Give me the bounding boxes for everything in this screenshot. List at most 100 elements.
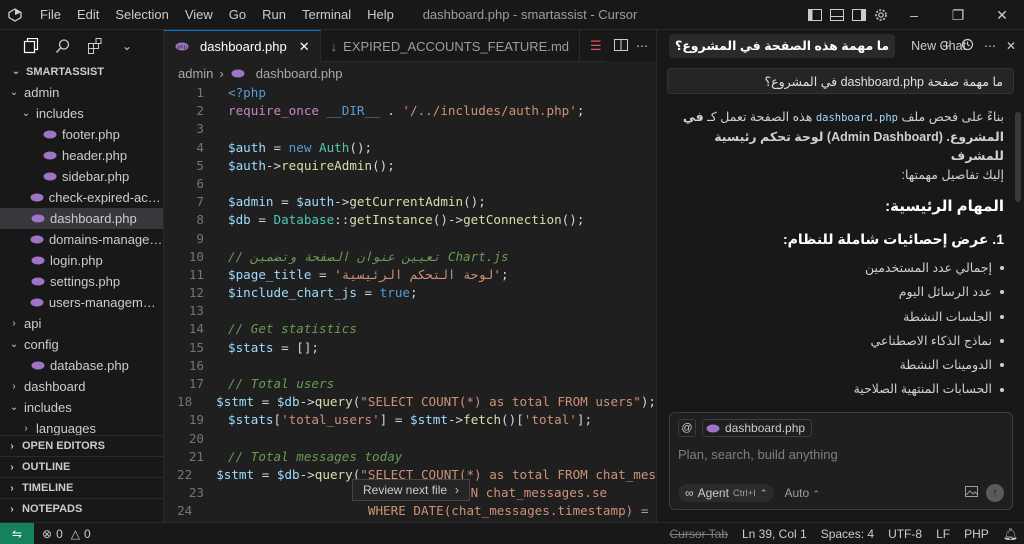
more-actions-icon[interactable]: ⋯ [636,39,648,53]
menu-view[interactable]: View [177,0,221,30]
language-mode[interactable]: PHP [964,527,989,541]
restore-icon[interactable]: ❐ [936,0,980,30]
agent-mode-selector[interactable]: ∞ Agent Ctrl+I ⌃ [678,484,775,502]
list-item-text: عدد الرسائل اليوم [898,285,992,300]
menu-terminal[interactable]: Terminal [294,0,359,30]
tooltip-label: Review next file [363,483,448,497]
tree-item-label: header.php [62,148,128,163]
chevron-down-icon[interactable]: ⌄ [118,37,136,55]
indentation[interactable]: Spaces: 4 [821,527,874,541]
code-line: 1 <?php [196,85,266,100]
project-header[interactable]: ⌄ SMARTASSIST [0,62,163,82]
bullet-icon [1000,314,1004,319]
folder-item[interactable]: ⌄ admin [0,82,163,103]
folder-item[interactable]: › api [0,313,163,334]
tab-expired-accounts-md[interactable]: ↓ EXPIRED_ACCOUNTS_FEATURE.md [321,30,581,62]
file-item[interactable]: sidebar.php [0,166,163,187]
breadcrumb-file[interactable]: dashboard.php [256,66,343,81]
response-intro: بناءً على فحص ملف dashboard.php هذه الصف… [677,108,1004,185]
list-item-text: نماذج الذكاء الاصطناعي [870,333,992,348]
close-chat-icon[interactable]: ✕ [1006,39,1016,53]
svg-text:php: php [177,45,187,51]
code-editor: php dashboard.php ✕ ↓ EXPIRED_ACCOUNTS_F… [164,30,656,522]
folder-item[interactable]: ⌄ config [0,334,163,355]
notifications-bell-icon[interactable]: 🔔︎ [1003,527,1018,541]
chat-input[interactable] [678,443,998,465]
chevron-right-icon: › [10,482,14,494]
chat-panel: ما مهمة هذه الصفحة في المشروع؟ New Chat … [656,30,1024,522]
user-message[interactable]: ما مهمة صفحة dashboard.php في المشروع؟ [667,68,1014,94]
model-selector[interactable]: Auto ⌃ [784,486,820,500]
sidebar-section-outline[interactable]: › OUTLINE [0,456,163,477]
split-editor-icon[interactable] [614,38,628,54]
menu-bar: File Edit Selection View Go Run Terminal… [32,0,402,30]
image-attach-icon[interactable] [965,486,978,500]
assistant-response: بناءً على فحص ملف dashboard.php هذه الصف… [657,108,1024,402]
chevron-down-icon: ⌄ [21,108,31,119]
toggle-secondary-sidebar-icon[interactable] [848,0,870,30]
folder-item[interactable]: › dashboard [0,376,163,397]
menu-file[interactable]: File [32,0,69,30]
problems-indicator[interactable]: ⊗ 0 △ 0 [34,527,91,541]
sidebar-section-open-editors[interactable]: › OPEN EDITORS [0,435,163,456]
file-item[interactable]: dashboard.php [0,208,163,229]
breadcrumb-folder[interactable]: admin [178,66,213,81]
search-icon[interactable] [54,37,72,55]
list-item: إجمالي عدد المستخدمين [677,256,1004,280]
folder-item[interactable]: ⌄ includes [0,103,163,124]
history-icon[interactable] [961,38,974,54]
menu-run[interactable]: Run [254,0,294,30]
add-chat-icon[interactable]: + [942,38,951,55]
file-item[interactable]: header.php [0,145,163,166]
remote-icon[interactable]: ⇋ [0,522,34,544]
toggle-sidebar-icon[interactable] [804,0,826,30]
tab-label: EXPIRED_ACCOUNTS_FEATURE.md [343,38,570,54]
context-file-label: dashboard.php [725,421,806,435]
explorer-icon[interactable] [22,37,40,55]
warning-icon: △ [70,526,80,541]
bullet-icon [1000,266,1004,271]
php-file-icon [30,277,46,287]
chat-scrollbar[interactable] [1015,112,1021,202]
menu-selection[interactable]: Selection [107,0,176,30]
encoding[interactable]: UTF-8 [888,527,922,541]
sidebar-section-notepads[interactable]: › NOTEPADS [0,498,163,519]
settings-gear-icon[interactable] [870,0,892,30]
file-item[interactable]: users-management... [0,292,163,313]
minimize-icon[interactable]: – [892,0,936,30]
close-window-icon[interactable]: ✕ [980,0,1024,30]
cursor-position[interactable]: Ln 39, Col 1 [742,527,807,541]
intro-text: هذه الصفحة تعمل كـ [707,110,813,124]
menu-edit[interactable]: Edit [69,0,107,30]
tree-item-label: login.php [50,253,103,268]
sidebar-section-timeline[interactable]: › TIMELINE [0,477,163,498]
tab-dashboard-php[interactable]: php dashboard.php ✕ [164,30,321,62]
section-label: TIMELINE [22,482,74,494]
toggle-panel-icon[interactable] [826,0,848,30]
menu-go[interactable]: Go [221,0,254,30]
file-item[interactable]: footer.php [0,124,163,145]
file-item[interactable]: database.php [0,355,163,376]
cursor-tab-status[interactable]: Cursor Tab [669,527,727,541]
chat-tab-current[interactable]: ما مهمة هذه الصفحة في المشروع؟ [669,34,896,58]
code-area[interactable]: 1 <?php 2 require_once __DIR__ . '/../incl… [164,84,656,521]
title-bar: File Edit Selection View Go Run Terminal… [0,0,1024,30]
folder-item[interactable]: ⌄ includes [0,397,163,418]
file-item[interactable]: login.php [0,250,163,271]
file-item[interactable]: check-expired-acco... [0,187,163,208]
more-options-icon[interactable]: ⋯ [984,39,996,53]
chevron-right-icon: › [12,381,16,392]
file-item[interactable]: settings.php [0,271,163,292]
add-context-button[interactable]: @ [678,419,696,437]
tree-item-label: api [24,316,42,331]
close-tab-icon[interactable]: ✕ [299,39,310,55]
file-item[interactable]: domains-managem... [0,229,163,250]
line-ending[interactable]: LF [936,527,950,541]
send-arrow-icon[interactable]: ↑ [986,484,1004,502]
cursor-logo-icon[interactable] [0,0,30,30]
review-next-file-button[interactable]: Review next file › [352,479,471,501]
code-line: 11 $page_title = 'لوحة التحكم الرئيسية'; [188,266,509,282]
breadcrumb: admin › dashboard.php [164,62,656,84]
context-file-chip[interactable]: dashboard.php [702,419,813,437]
extensions-icon[interactable] [86,37,104,55]
